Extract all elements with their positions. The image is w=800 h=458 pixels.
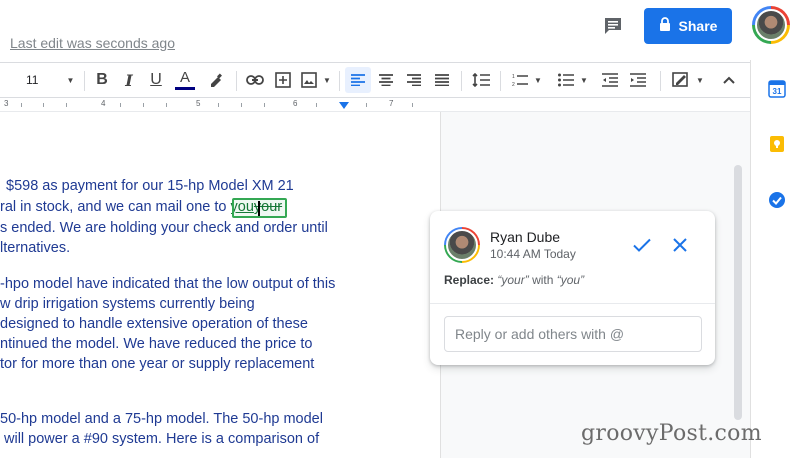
line-spacing-icon[interactable] (469, 63, 493, 97)
bold-button[interactable]: B (92, 63, 112, 97)
doc-line: $598 as payment for our 15-hp Model XM 2… (6, 178, 294, 194)
chevron-down-icon: ▼ (580, 75, 588, 85)
ruler-tick (66, 103, 67, 107)
doc-line: 50-hp model and a 75-hp model. The 50-hp… (0, 411, 323, 427)
header-bar: Last edit was seconds ago Share (0, 0, 790, 60)
text-cursor (258, 201, 260, 216)
ruler[interactable]: 3 4 5 6 7 (0, 98, 750, 112)
comment-time: 10:44 AM Today (490, 247, 576, 261)
ruler-tick (21, 103, 22, 107)
text-color-bar (175, 86, 195, 90)
svg-text:2: 2 (512, 82, 515, 87)
comment-author: Ryan Dube (490, 229, 561, 245)
indent-marker[interactable] (339, 102, 349, 109)
decrease-indent-icon[interactable] (599, 63, 621, 97)
calendar-day: 31 (773, 87, 782, 96)
doc-line: ntinued the model. We have reduced the p… (0, 336, 313, 352)
align-center-icon[interactable] (375, 63, 397, 97)
account-avatar[interactable] (752, 6, 790, 44)
calendar-icon[interactable]: 31 (768, 80, 786, 98)
ruler-label: 4 (101, 99, 106, 108)
align-left-icon[interactable] (345, 67, 371, 93)
increase-indent-icon[interactable] (627, 63, 649, 97)
chevron-up-icon[interactable] (718, 63, 740, 97)
tasks-icon[interactable] (768, 191, 786, 209)
ruler-tick (43, 103, 44, 107)
text-color-letter: A (179, 68, 190, 86)
ruler-tick (218, 103, 219, 107)
insert-image-icon[interactable]: ▼ (299, 63, 333, 97)
underline-button[interactable]: U (146, 63, 166, 97)
ruler-tick (316, 103, 317, 107)
link-icon[interactable] (244, 63, 266, 97)
suggestion-description: Replace: “your” with “you” (444, 273, 584, 287)
doc-line: lternatives. (0, 240, 71, 256)
editing-mode-icon[interactable]: ▼ (670, 63, 706, 97)
ruler-tick (366, 103, 367, 107)
ruler-label: 3 (4, 99, 9, 108)
formatting-toolbar: 11 ▼ B I U A ▼ 1 2 ▼ ▼ ▼ (0, 62, 750, 98)
chevron-down-icon: ▼ (534, 75, 542, 85)
doc-line: -hpo model have indicated that the low o… (0, 276, 336, 292)
ruler-tick (412, 103, 413, 107)
chevron-down-icon: ▼ (696, 75, 704, 85)
align-right-icon[interactable] (403, 63, 425, 97)
add-comment-icon[interactable] (272, 63, 294, 97)
ruler-tick (241, 103, 242, 107)
watermark: groovyPost.com (581, 421, 762, 446)
italic-button[interactable]: I (119, 63, 139, 97)
doc-line: tor for more than one year or supply rep… (0, 356, 315, 372)
ruler-label: 7 (389, 99, 394, 108)
replace-from: “your” (497, 273, 529, 287)
accept-suggestion-icon[interactable] (630, 233, 654, 257)
chevron-down-icon: ▼ (323, 75, 331, 85)
doc-line: designed to handle extensive operation o… (0, 316, 308, 332)
document-page[interactable]: $598 as payment for our 15-hp Model XM 2… (0, 112, 440, 458)
reply-input[interactable]: Reply or add others with @ (444, 316, 702, 352)
toolbar-divider (461, 71, 462, 91)
doc-line: s ended. We are holding your check and o… (0, 220, 328, 236)
doc-line-text: ral in stock, and we can mail one to (0, 199, 231, 215)
lock-icon (659, 17, 671, 35)
card-divider (430, 303, 715, 304)
justify-icon[interactable] (431, 63, 453, 97)
chevron-down-icon: ▼ (66, 75, 75, 85)
text-color-button[interactable]: A (174, 63, 196, 97)
replace-with-word: with (532, 273, 554, 287)
ruler-tick (120, 103, 121, 107)
ruler-tick (264, 103, 265, 107)
toolbar-divider (236, 71, 237, 91)
font-size-value: 11 (26, 73, 39, 87)
keep-icon[interactable] (768, 135, 786, 153)
ruler-tick (143, 103, 144, 107)
share-button[interactable]: Share (644, 8, 732, 44)
toolbar-divider (84, 71, 85, 91)
scrollbar[interactable] (734, 165, 742, 420)
suggestion-comment-card[interactable]: Ryan Dube 10:44 AM Today Replace: “your”… (430, 211, 715, 365)
svg-text:1: 1 (512, 74, 515, 80)
numbered-list-icon[interactable]: 1 2 ▼ (508, 63, 546, 97)
doc-line: w drip irrigation systems currently bein… (0, 296, 255, 312)
ruler-tick (166, 103, 167, 107)
avatar (444, 227, 480, 263)
bulleted-list-icon[interactable]: ▼ (554, 63, 592, 97)
highlight-icon[interactable] (205, 63, 227, 97)
last-edit-link[interactable]: Last edit was seconds ago (10, 35, 175, 51)
ruler-label: 6 (293, 99, 298, 108)
ruler-label: 5 (196, 99, 201, 108)
share-label: Share (678, 18, 718, 34)
reject-suggestion-icon[interactable] (668, 233, 692, 257)
doc-line: will power a #90 system. Here is a compa… (4, 431, 320, 447)
comment-icon[interactable] (601, 14, 625, 38)
toolbar-divider (660, 71, 661, 91)
toolbar-divider (339, 71, 340, 91)
toolbar-divider (500, 71, 501, 91)
replace-to: “you” (556, 273, 585, 287)
replace-label: Replace: (444, 273, 495, 287)
side-panel: 31 (750, 60, 800, 458)
font-size-select[interactable]: 11 ▼ (18, 63, 78, 97)
